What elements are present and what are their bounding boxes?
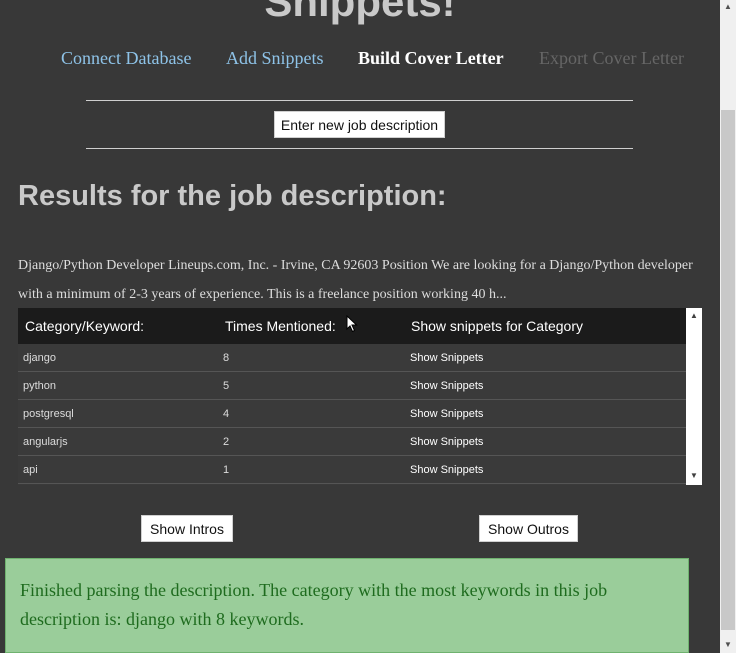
success-alert: Finished parsing the description. The ca… xyxy=(5,558,689,653)
table-row: python 5 Show Snippets xyxy=(18,372,686,400)
header-show-snippets: Show snippets for Category xyxy=(411,318,583,334)
divider-top xyxy=(86,100,633,101)
count-cell: 2 xyxy=(223,436,230,448)
header-category: Category/Keyword: xyxy=(25,318,145,334)
table-row: postgresql 4 Show Snippets xyxy=(18,400,686,428)
keyword-cell: postgresql xyxy=(23,408,74,420)
count-cell: 5 xyxy=(223,380,230,392)
nav-export-cover-letter: Export Cover Letter xyxy=(539,48,684,68)
count-cell: 8 xyxy=(223,352,230,364)
main-nav: Connect Database Add Snippets Build Cove… xyxy=(0,48,720,74)
scroll-up-icon[interactable]: ▲ xyxy=(724,2,732,11)
show-snippets-button[interactable]: Show Snippets xyxy=(410,380,483,392)
job-description-text: Django/Python Developer Lineups.com, Inc… xyxy=(18,258,693,302)
triangle-up-icon[interactable]: ▲ xyxy=(690,311,698,321)
show-snippets-button[interactable]: Show Snippets xyxy=(410,436,483,448)
header-times-mentioned: Times Mentioned: xyxy=(225,318,336,334)
table-row: angularjs 2 Show Snippets xyxy=(18,428,686,456)
scrollbar-thumb[interactable] xyxy=(721,110,735,630)
page: Snippets! Connect Database Add Snippets … xyxy=(0,0,720,653)
results-heading: Results for the job description: xyxy=(18,180,447,212)
mouse-pointer-icon xyxy=(346,315,358,333)
enter-new-job-description-button[interactable]: Enter new job description xyxy=(274,111,445,138)
show-snippets-button[interactable]: Show Snippets xyxy=(410,352,483,364)
page-scrollbar[interactable]: ▲ ▼ xyxy=(720,0,736,653)
show-snippets-button[interactable]: Show Snippets xyxy=(410,408,483,420)
table-scrollbar[interactable]: ▲ ▼ xyxy=(686,308,702,485)
keyword-table: Category/Keyword: Times Mentioned: Show … xyxy=(18,308,702,485)
triangle-down-icon[interactable]: ▼ xyxy=(690,471,698,481)
keyword-cell: django xyxy=(23,352,57,364)
keyword-cell: api xyxy=(23,464,38,476)
keyword-cell: angularjs xyxy=(23,436,68,448)
table-row: django 8 Show Snippets xyxy=(18,344,686,372)
count-cell: 1 xyxy=(223,464,230,476)
app-title: Snippets! xyxy=(264,0,456,25)
count-cell: 4 xyxy=(223,408,230,420)
show-snippets-button[interactable]: Show Snippets xyxy=(410,464,483,476)
keyword-cell: python xyxy=(23,380,57,392)
nav-connect-database[interactable]: Connect Database xyxy=(61,48,191,69)
show-intros-button[interactable]: Show Intros xyxy=(141,515,233,542)
table-row: api 1 Show Snippets xyxy=(18,456,686,484)
nav-build-cover-letter[interactable]: Build Cover Letter xyxy=(358,48,504,69)
nav-add-snippets[interactable]: Add Snippets xyxy=(226,48,324,69)
divider-bottom xyxy=(86,148,633,149)
show-outros-button[interactable]: Show Outros xyxy=(479,515,578,542)
scroll-down-icon[interactable]: ▼ xyxy=(724,640,732,649)
